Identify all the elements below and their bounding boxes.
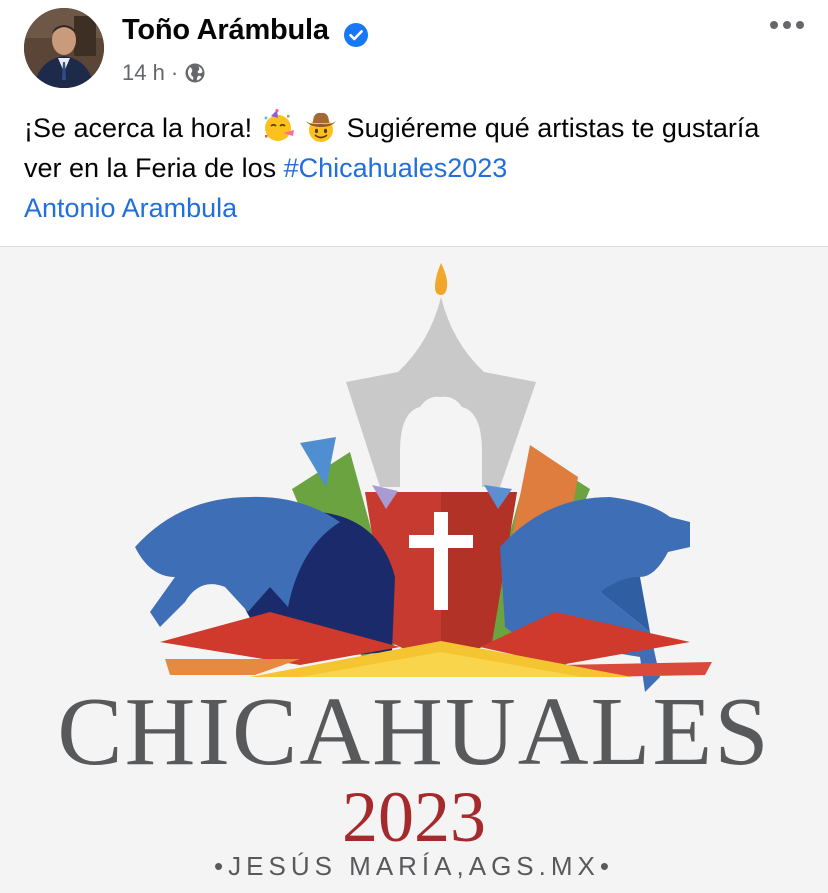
post-text: ¡Se acerca la hora! Sugiéreme qué artist… — [24, 108, 804, 228]
more-options-button[interactable] — [764, 10, 810, 40]
post-timestamp[interactable]: 14 h — [122, 60, 165, 86]
post-meta: 14 h · — [122, 60, 206, 86]
avatar-photo — [24, 8, 104, 88]
cowboy-hat-face-emoji-icon — [306, 112, 337, 142]
logo-location: •JESÚS MARÍA,AGS.MX• — [214, 851, 614, 881]
logo-wordmark: CHICAHUALES — [57, 678, 771, 786]
more-dots-icon — [770, 21, 804, 29]
globe-icon[interactable] — [184, 62, 206, 84]
post-image[interactable]: CHICAHUALES 2023 •JESÚS MARÍA,AGS.MX• — [0, 247, 828, 893]
author-name[interactable]: Toño Arámbula — [122, 14, 329, 47]
mention-link[interactable]: Antonio Arambula — [24, 193, 237, 223]
hashtag-link[interactable]: #Chicahuales2023 — [284, 153, 508, 183]
meta-separator: · — [170, 60, 179, 85]
post-text-part1: ¡Se acerca la hora! — [24, 113, 253, 143]
avatar[interactable] — [24, 8, 104, 88]
post-header: Toño Arámbula 14 h · — [0, 0, 828, 100]
logo-year: 2023 — [342, 777, 486, 857]
partying-face-emoji-icon — [264, 109, 294, 141]
verified-badge-icon — [344, 23, 368, 47]
